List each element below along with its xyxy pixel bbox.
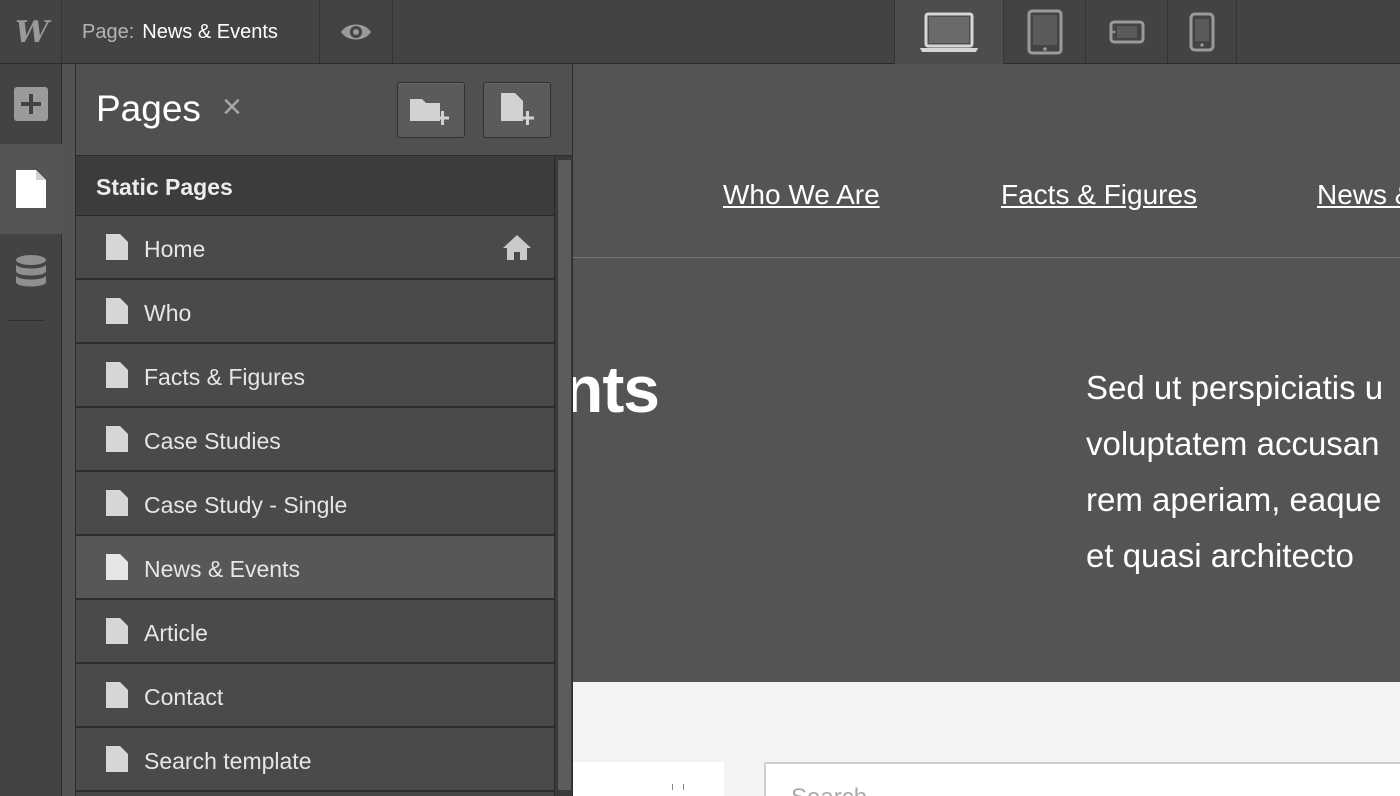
page-label: Article bbox=[144, 620, 208, 646]
page-icon bbox=[106, 490, 128, 516]
page-label: Case Studies bbox=[144, 428, 281, 454]
phone-icon bbox=[1189, 12, 1215, 52]
pages-icon bbox=[16, 170, 46, 208]
page-prefix-label: Page: bbox=[82, 20, 135, 43]
page-icon bbox=[106, 234, 128, 260]
preview-button[interactable] bbox=[320, 0, 393, 64]
cms-panel-button[interactable] bbox=[0, 234, 62, 314]
hero-line: rem aperiam, eaque bbox=[1086, 481, 1382, 518]
page-icon bbox=[106, 746, 128, 772]
add-folder-button[interactable] bbox=[397, 82, 465, 138]
panel-header: Pages × bbox=[76, 64, 572, 156]
desktop-icon bbox=[920, 12, 978, 52]
site-nav-link[interactable]: Who We Are bbox=[723, 179, 880, 211]
page-item-home[interactable]: Home bbox=[76, 216, 554, 280]
folder-add-icon bbox=[410, 99, 449, 125]
page-icon bbox=[106, 298, 128, 324]
logo-text: W bbox=[15, 14, 49, 50]
add-page-button[interactable] bbox=[483, 82, 551, 138]
tablet-landscape-icon bbox=[1109, 20, 1144, 44]
home-icon bbox=[503, 235, 531, 260]
tablet-icon bbox=[1027, 9, 1062, 55]
hero-line: Sed ut perspiciatis u bbox=[1086, 369, 1384, 406]
search-input[interactable]: Search bbox=[764, 762, 1400, 796]
page-label: News & Events bbox=[144, 556, 300, 582]
page-item-contact[interactable]: Contact bbox=[76, 664, 554, 728]
page-item-case-study-single[interactable]: Case Study - Single bbox=[76, 472, 554, 536]
pages-panel-button[interactable] bbox=[0, 144, 62, 234]
page-label: Home bbox=[144, 236, 206, 262]
hero-line: voluptatem accusan bbox=[1086, 425, 1380, 462]
current-page-selector[interactable]: Page: News & Events bbox=[62, 0, 320, 64]
current-page-name: News & Events bbox=[142, 20, 278, 43]
page-item-case-studies[interactable]: Case Studies bbox=[76, 408, 554, 472]
design-canvas[interactable]: Who We Are Facts & Figures News & nts Se… bbox=[573, 64, 1400, 796]
page-label: Search template bbox=[144, 748, 312, 774]
page-item-news-events[interactable]: News & Events bbox=[76, 536, 554, 600]
phone-view-button[interactable] bbox=[1167, 0, 1237, 64]
desktop-view-button[interactable] bbox=[894, 0, 1003, 64]
page-add-icon bbox=[501, 93, 534, 125]
page-item-who[interactable]: Who bbox=[76, 280, 554, 344]
page-icon bbox=[106, 682, 128, 708]
tablet-landscape-view-button[interactable] bbox=[1085, 0, 1167, 64]
page-item-search-template[interactable]: Search template bbox=[76, 728, 554, 792]
panel-scrollbar[interactable] bbox=[554, 156, 572, 796]
sidebar-box[interactable] bbox=[573, 762, 724, 796]
add-panel-button[interactable] bbox=[0, 64, 62, 144]
panel-title: Pages bbox=[96, 88, 201, 129]
page-list: Home Who Facts & Figures Case Studies Ca… bbox=[76, 216, 554, 792]
nav-divider bbox=[573, 257, 1400, 258]
hero-line: et quasi architecto bbox=[1086, 537, 1354, 574]
eye-icon bbox=[341, 24, 371, 40]
tablet-view-button[interactable] bbox=[1003, 0, 1085, 64]
page-label: Who bbox=[144, 300, 192, 326]
hero-paragraph[interactable]: Sed ut perspiciatis u voluptatem accusan… bbox=[1086, 360, 1400, 584]
page-item-article[interactable]: Article bbox=[76, 600, 554, 664]
page-icon bbox=[106, 362, 128, 388]
add-icon bbox=[14, 87, 48, 121]
pages-panel: Pages × Static Pages Home Who Facts & Fi… bbox=[75, 64, 573, 796]
page-label: Facts & Figures bbox=[144, 364, 306, 390]
site-nav-link[interactable]: News & bbox=[1317, 179, 1400, 211]
webflow-logo[interactable]: W bbox=[0, 0, 62, 64]
page-label: Case Study - Single bbox=[144, 492, 348, 518]
site-nav-link[interactable]: Facts & Figures bbox=[1001, 179, 1197, 211]
rail-divider bbox=[8, 320, 44, 321]
search-placeholder: Search bbox=[791, 784, 867, 796]
page-item-facts-figures[interactable]: Facts & Figures bbox=[76, 344, 554, 408]
static-pages-header: Static Pages bbox=[76, 156, 554, 216]
box-mark bbox=[672, 784, 684, 790]
cms-database-icon bbox=[16, 255, 46, 287]
page-icon bbox=[106, 426, 128, 452]
scrollbar-thumb[interactable] bbox=[558, 160, 571, 790]
top-bar: W Page: News & Events bbox=[0, 0, 1400, 64]
hero-heading[interactable]: nts bbox=[573, 356, 660, 422]
page-icon bbox=[106, 618, 128, 644]
left-rail bbox=[0, 64, 62, 796]
close-icon[interactable]: × bbox=[222, 90, 242, 124]
page-label: Contact bbox=[144, 684, 224, 710]
section-title: Static Pages bbox=[96, 174, 233, 200]
page-icon bbox=[106, 554, 128, 580]
